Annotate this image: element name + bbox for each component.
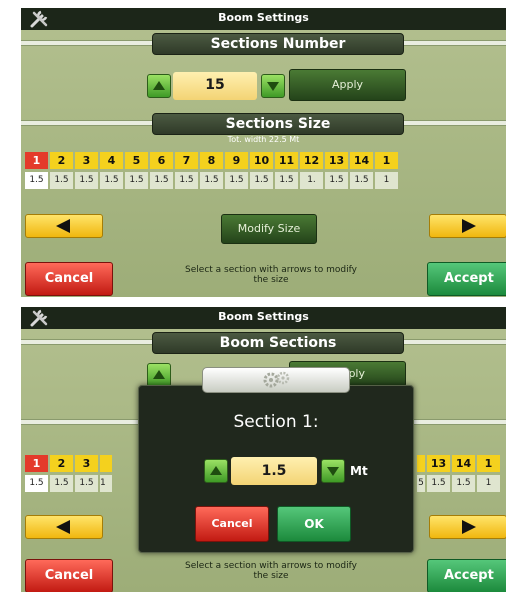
section-size-value: 1.5 [427,475,450,492]
hint-text: Select a section with arrows to modify t… [185,561,357,581]
section-number[interactable]: 9 [225,152,248,169]
section-size-row-right: 5 1.5 1.5 1 [417,475,502,492]
modify-size-button[interactable]: Modify Size [221,214,317,244]
section-size-value: 1.5 [325,172,348,189]
sections-number-value: 15 [173,72,257,100]
section-size-value: 1 [100,475,112,492]
app-title: Boom Settings [218,310,309,323]
hint-text: Select a section with arrows to modify t… [185,265,357,285]
section-number[interactable]: 14 [350,152,373,169]
section-number[interactable]: 10 [250,152,273,169]
section-size-value: 1.5 [150,172,173,189]
section-size-value: 1.5 [200,172,223,189]
left-arrow-icon [56,219,70,233]
title-bar: Boom Settings [21,307,506,329]
section-number[interactable]: 13 [427,455,450,472]
section-number[interactable]: 1 [25,455,48,472]
section-size-value: 1.5 [250,172,273,189]
section-number[interactable]: 14 [452,455,475,472]
section-number[interactable]: 13 [325,152,348,169]
section-size-value-input[interactable]: 1.5 [231,457,317,485]
app-title: Boom Settings [218,11,309,24]
section-number[interactable]: 2 [50,152,73,169]
section-size-value: 1.5 [75,172,98,189]
boom-sections-banner: Boom Sections [152,332,404,354]
accept-button[interactable]: Accept [427,262,506,296]
down-arrow-icon [267,82,279,91]
decrease-size-button[interactable] [321,459,345,483]
section-size-value: 1.5 [225,172,248,189]
increase-size-button[interactable] [204,459,228,483]
section-number[interactable]: 7 [175,152,198,169]
section-number[interactable]: 1 [25,152,48,169]
section-number[interactable]: 3 [75,152,98,169]
dialog-header [202,367,350,393]
sections-size-banner: Sections Size [152,113,404,135]
section-number[interactable]: 8 [200,152,223,169]
previous-section-button[interactable] [25,214,103,238]
cancel-button[interactable]: Cancel [25,559,113,592]
dialog-title: Section 1: [233,412,319,432]
section-size-value: 1.5 [75,475,98,492]
section-number[interactable]: 4 [100,152,123,169]
section-size-value: 1.5 [50,475,73,492]
unit-label: Mt [350,464,368,478]
boom-settings-screen-sections-size: Boom Settings Sections Number 15 Apply S… [21,8,506,297]
section-size-value: 5 [417,475,425,492]
title-bar: Boom Settings [21,8,506,30]
decrease-sections-button[interactable] [147,363,171,387]
section-number[interactable]: 1 [375,152,398,169]
section-size-value: 1. [300,172,323,189]
gears-icon [263,371,290,388]
apply-button[interactable]: Apply [289,69,406,101]
left-arrow-icon [56,520,70,534]
previous-section-button[interactable] [25,515,103,539]
cancel-button[interactable]: Cancel [25,262,113,296]
section-number[interactable]: 6 [150,152,173,169]
section-size-value: 1.5 [100,172,123,189]
dialog-ok-button[interactable]: OK [277,506,351,542]
section-size-value: 1.5 [452,475,475,492]
next-section-button[interactable] [429,515,506,539]
boom-settings-screen-section-dialog: Boom Settings Boom Sections ply 1 2 3 1.… [21,307,506,592]
total-width-label: Tot. width 22.5 Mt [227,135,300,144]
section-size-value: 1.5 [125,172,148,189]
section-size-dialog: Section 1: 1.5 Mt Cancel OK [138,367,414,553]
decrease-sections-button[interactable] [147,74,171,98]
section-size-value: 1.5 [25,475,48,492]
section-size-value: 1.5 [275,172,298,189]
accept-button[interactable]: Accept [427,559,506,592]
section-size-value: 1 [477,475,500,492]
section-number[interactable]: 5 [125,152,148,169]
section-number[interactable]: 1 [477,455,500,472]
section-size-value: 1 [375,172,398,189]
section-size-row: 1.5 1.5 1.5 1.5 1.5 1.5 1.5 1.5 1.5 1.5 … [25,172,400,189]
section-number-row: 1 2 3 4 5 6 7 8 9 10 11 12 13 14 1 [25,152,400,169]
sections-number-banner: Sections Number [152,33,404,55]
section-number[interactable] [100,455,112,472]
next-section-button[interactable] [429,214,506,238]
section-number-row-right: 13 14 1 [417,455,502,472]
section-number-row-left: 1 2 3 [25,455,114,472]
section-number[interactable]: 3 [75,455,98,472]
dialog-cancel-button[interactable]: Cancel [195,506,269,542]
section-size-value: 1.5 [350,172,373,189]
section-number[interactable]: 2 [50,455,73,472]
up-arrow-icon [153,81,165,90]
up-arrow-icon [210,466,222,475]
right-arrow-icon [462,520,476,534]
section-number[interactable]: 11 [275,152,298,169]
section-size-row-left: 1.5 1.5 1.5 1 [25,475,114,492]
up-arrow-icon [153,370,165,379]
right-arrow-icon [462,219,476,233]
section-size-value: 1.5 [25,172,48,189]
down-arrow-icon [327,467,339,476]
section-number[interactable] [417,455,425,472]
section-size-value: 1.5 [175,172,198,189]
apply-label-partial: ply [348,367,365,380]
increase-sections-button[interactable] [261,74,285,98]
section-number[interactable]: 12 [300,152,323,169]
section-size-value: 1.5 [50,172,73,189]
